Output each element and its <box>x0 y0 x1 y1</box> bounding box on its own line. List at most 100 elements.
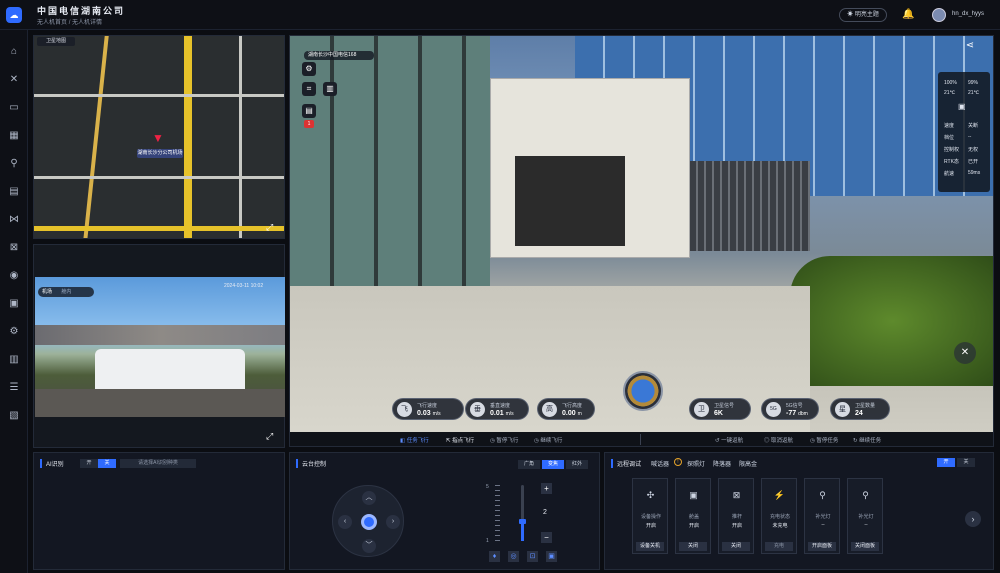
status-row-label: 航速 <box>944 171 955 177</box>
map-road <box>34 94 284 97</box>
dashboard-icon[interactable]: ▤ <box>6 184 22 200</box>
stat-pill: 垂 垂直速度 0.01 m/s <box>465 398 529 420</box>
chart-icon[interactable]: ▥ <box>6 352 22 368</box>
expand-icon[interactable]: ✕ <box>954 342 976 364</box>
target-icon[interactable]: ◎ <box>508 551 519 562</box>
pause-flight-button[interactable]: ◷ 暂停飞行 <box>490 436 518 444</box>
pause-mission-button[interactable]: ◷ 暂停任务 <box>810 436 838 444</box>
attitude-indicator <box>623 371 663 411</box>
folder-icon[interactable]: ▭ <box>6 100 22 116</box>
zoom-scale <box>495 485 500 541</box>
clipboard-icon[interactable]: ▤ <box>302 104 316 118</box>
tab-speaker[interactable]: 喊话器 <box>651 459 669 468</box>
chevron-right-icon[interactable]: › <box>965 511 981 527</box>
route-icon[interactable]: ⚲ <box>6 156 22 172</box>
zoom-in-button[interactable]: + <box>541 483 552 494</box>
tab-height-limit[interactable]: 限高金 <box>739 459 757 468</box>
breadcrumb: 无人机首页 / 无人机详情 <box>37 17 102 26</box>
light-close-button[interactable]: 关闭面板 <box>851 542 879 551</box>
camera-tag[interactable]: 机场 舱内 <box>38 287 94 297</box>
zoom-out-button[interactable]: − <box>541 532 552 543</box>
panel-title: 云台控制 <box>296 459 326 468</box>
map-station-label[interactable]: 湖南长沙分公司机场 <box>137 149 183 158</box>
return-home-button[interactable]: ↺ 一键返航 <box>715 436 743 444</box>
rod-close-button[interactable]: 关闭 <box>722 542 750 551</box>
zoom-slider-handle[interactable] <box>519 519 526 524</box>
charging-icon: ⚡ <box>773 490 786 500</box>
joystick-center[interactable] <box>361 514 377 530</box>
device-shutdown-button[interactable]: 设备关机 <box>636 542 664 551</box>
camera-icon[interactable]: ◉ <box>6 268 22 284</box>
remote-debug-panel: 远程调试 喊话器 ! 探照灯 降落器 限高金 开 关 ! ✣ 设备操作 开启 设… <box>604 452 994 570</box>
file-icon[interactable]: ▣ <box>6 296 22 312</box>
status-row-value: 关断 <box>968 123 979 129</box>
fill-light-icon: ⚲ <box>819 490 826 500</box>
map-mode-label[interactable]: 卫星地图 <box>37 37 75 46</box>
fullscreen-icon[interactable]: ⤢ <box>266 222 278 234</box>
glass-wall <box>290 36 490 306</box>
ai-on-toggle[interactable]: 开 <box>80 459 98 468</box>
dock-camera-panel: 机场 舱内 2024-03-11 10:02 ⤢ <box>33 244 285 448</box>
zoom-slider[interactable] <box>519 485 526 541</box>
point-flight-button[interactable]: ⇱ 指点飞行 <box>446 436 474 444</box>
bell-icon[interactable]: 🔔 <box>902 8 914 22</box>
mode-zoom-button[interactable]: 变焦 <box>542 460 564 469</box>
status-row-value: 无权 <box>968 147 979 153</box>
chevron-left-icon[interactable]: ‹ <box>338 515 352 529</box>
fullscreen-icon[interactable]: ⤢ <box>266 431 278 443</box>
mission-flight-button[interactable]: ◧ 任务飞行 <box>400 436 429 444</box>
username[interactable]: hn_dx_hyys <box>952 11 984 17</box>
map-panel[interactable]: 卫星地图 ▼ 湖南长沙分公司机场 ⤢ <box>33 35 285 239</box>
temperature-value: 21℃ <box>968 90 980 96</box>
resume-mission-button[interactable]: ↻ 继续任务 <box>853 436 881 444</box>
vertical-speed-icon: 垂 <box>470 402 485 417</box>
microphone-icon[interactable]: ♦ <box>489 551 500 562</box>
gimbal-joystick[interactable]: ︿ ﹀ ‹ › <box>332 485 404 557</box>
station-title: 湖南长沙中国电信168 <box>304 51 374 60</box>
gear-icon[interactable]: ⚙ <box>302 62 316 76</box>
record-icon[interactable]: ▥ <box>323 82 337 96</box>
stat-pill: 高 飞行高度 0.00 m <box>537 398 595 420</box>
remote-off-toggle[interactable]: 关 <box>957 458 975 467</box>
divider <box>640 434 641 445</box>
chevron-right-icon[interactable]: › <box>386 515 400 529</box>
tab-searchlight[interactable]: 探照灯 <box>687 459 705 468</box>
chevron-down-icon[interactable]: ﹀ <box>362 539 376 553</box>
camera-icon[interactable]: ▣ <box>546 551 557 562</box>
altitude-icon: 高 <box>542 402 557 417</box>
battery-value: 99% <box>968 80 979 86</box>
light-open-button[interactable]: 开启面板 <box>808 542 836 551</box>
structure-opening <box>515 156 625 246</box>
resume-flight-button[interactable]: ◷ 继续飞行 <box>534 436 562 444</box>
share-icon[interactable]: ⋖ <box>963 40 977 54</box>
remote-on-toggle[interactable]: 开 <box>937 458 955 467</box>
alert-badge: 1 <box>304 120 314 128</box>
layout-icon[interactable]: ▧ <box>6 408 22 424</box>
home-icon[interactable]: ⌂ <box>6 44 22 60</box>
server-icon[interactable]: ☰ <box>6 380 22 396</box>
cover-close-button[interactable]: 关闭 <box>679 542 707 551</box>
waypoint-icon[interactable]: ⋈ <box>6 212 22 228</box>
settings-icon[interactable]: ⚙ <box>6 324 22 340</box>
avatar[interactable] <box>932 8 946 22</box>
drone-icon[interactable]: ✕ <box>6 72 22 88</box>
breadcrumb-home[interactable]: 无人机首页 <box>37 20 67 26</box>
chevron-up-icon[interactable]: ︿ <box>362 491 376 505</box>
focus-icon[interactable]: ⊡ <box>527 551 538 562</box>
flight-control-bar: ◧ 任务飞行 ⇱ 指点飞行 ◷ 暂停飞行 ◷ 继续飞行 ↺ 一键返航 ◎ 取消返… <box>290 432 993 446</box>
ai-off-toggle[interactable]: 关 <box>98 459 116 468</box>
battery-icon: ▣ <box>958 102 966 111</box>
mode-infrared-button[interactable]: 红外 <box>566 460 588 469</box>
tab-remote-debug[interactable]: 远程调试 <box>611 459 641 468</box>
map-road <box>239 36 242 238</box>
theme-toggle-button[interactable]: ☀ 明亮主题 <box>839 8 887 22</box>
grid-icon[interactable]: ▦ <box>6 128 22 144</box>
charge-button[interactable]: 充电 <box>765 542 793 551</box>
cancel-return-button[interactable]: ◎ 取消返航 <box>764 436 793 444</box>
screenshot-icon[interactable]: ⌗ <box>302 82 316 96</box>
mode-wide-button[interactable]: 广角 <box>518 460 540 469</box>
tab-dropper[interactable]: 降落器 <box>713 459 731 468</box>
frame-icon[interactable]: ⊠ <box>6 240 22 256</box>
device-card: ⚲ 补光灯 -- 关闭面板 <box>847 478 883 554</box>
ai-type-select[interactable]: 请选择AI识别种类 <box>120 459 196 468</box>
